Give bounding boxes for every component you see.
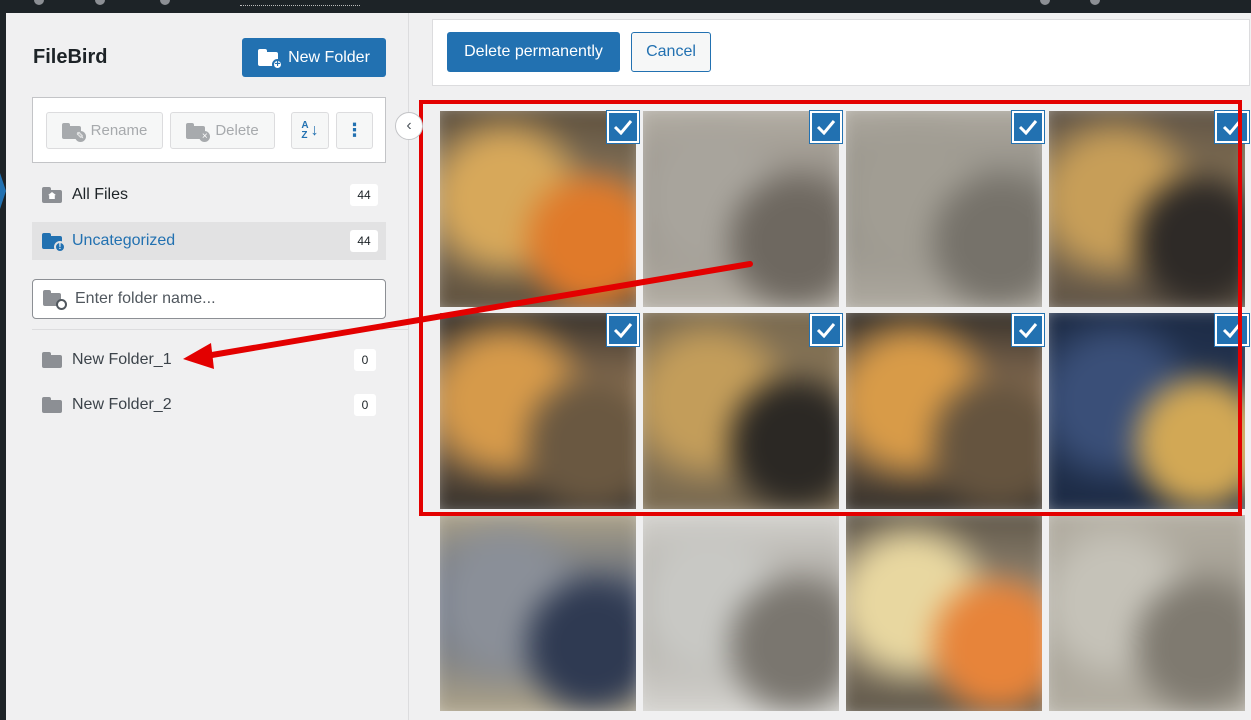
folder-search-icon (43, 290, 67, 310)
delete-folder-icon: × (186, 122, 211, 142)
thumbnail-image (440, 515, 636, 711)
selected-checkbox[interactable] (1215, 314, 1249, 346)
settings-icon[interactable] (1040, 0, 1050, 5)
rename-label: Rename (90, 122, 148, 139)
selected-checkbox[interactable] (1215, 111, 1249, 143)
folder-label: New Folder_1 (72, 351, 172, 368)
folder-search-input[interactable] (75, 290, 365, 308)
selected-checkbox[interactable] (1012, 314, 1044, 346)
checkmark-icon (1222, 323, 1242, 338)
checkmark-icon (613, 120, 633, 135)
nav-uncategorized[interactable]: ! Uncategorized 44 (32, 222, 386, 260)
uncategorized-count-badge: 44 (350, 230, 378, 252)
delete-label: Delete (215, 122, 259, 139)
folder-label: New Folder_2 (72, 396, 172, 413)
more-vertical-icon: ⋮ (345, 120, 364, 140)
thumbnail-image (1049, 515, 1245, 711)
chevron-left-icon: ‹ (406, 117, 412, 134)
new-folder-button[interactable]: + New Folder (242, 38, 386, 77)
folder-search (32, 279, 386, 319)
checkmark-icon (1018, 323, 1038, 338)
checkmark-icon (613, 323, 633, 338)
cancel-button[interactable]: Cancel (631, 32, 711, 72)
delete-button[interactable]: × Delete (170, 112, 275, 149)
all-files-count-badge: 44 (350, 184, 378, 206)
folder-item-new-folder-2[interactable]: New Folder_2 0 (42, 390, 376, 420)
admin-bar (0, 0, 1251, 13)
admin-bar-icon[interactable] (160, 0, 170, 5)
sort-button[interactable]: AZ ↓ (291, 112, 329, 149)
folder-item-new-folder-1[interactable]: New Folder_1 0 (42, 345, 376, 375)
admin-bar-icon[interactable] (95, 0, 105, 5)
selected-checkbox[interactable] (1012, 111, 1044, 143)
media-thumbnail[interactable] (643, 515, 839, 711)
more-options-button[interactable]: ⋮ (336, 112, 373, 149)
nav-all-files[interactable]: All Files 44 (32, 176, 386, 214)
collapse-sidebar-button[interactable]: ‹ (395, 112, 423, 140)
selected-checkbox[interactable] (607, 111, 639, 143)
nav-all-files-label: All Files (72, 186, 129, 203)
checkmark-icon (1018, 120, 1038, 135)
checkmark-icon (816, 120, 836, 135)
thumbnail-image (643, 515, 839, 711)
selected-checkbox[interactable] (810, 314, 842, 346)
folder-icon (42, 397, 62, 413)
filebird-sidebar: FileBird + New Folder ✎ Rename × Delete … (6, 13, 409, 720)
admin-bar-icon[interactable] (34, 0, 44, 5)
sidebar-title: FileBird (33, 46, 108, 68)
media-thumbnail[interactable] (1049, 515, 1245, 711)
folder-toolbar: ✎ Rename × Delete AZ ↓ ⋮ (32, 97, 386, 163)
nav-uncategorized-label: Uncategorized (72, 232, 176, 249)
selected-checkbox[interactable] (810, 111, 842, 143)
thumbnail-image (846, 515, 1042, 711)
folder-count-badge: 0 (354, 349, 376, 371)
notification-icon[interactable] (1090, 0, 1100, 5)
uncategorized-folder-icon: ! (42, 233, 66, 253)
rename-button[interactable]: ✎ Rename (46, 112, 163, 149)
new-folder-label: New Folder (288, 48, 370, 66)
selected-checkbox[interactable] (607, 314, 639, 346)
rename-folder-icon: ✎ (61, 122, 86, 142)
bulk-action-bar: Delete permanently Cancel (432, 19, 1250, 86)
sort-az-icon: AZ ↓ (301, 119, 319, 141)
sidebar-divider (32, 329, 409, 330)
folder-count-badge: 0 (354, 394, 376, 416)
folder-icon (42, 352, 62, 368)
media-thumbnail[interactable] (846, 515, 1042, 711)
media-thumbnail[interactable] (440, 515, 636, 711)
checkmark-icon (816, 323, 836, 338)
checkmark-icon (1222, 120, 1242, 135)
delete-permanently-button[interactable]: Delete permanently (447, 32, 620, 72)
home-folder-icon (42, 187, 62, 203)
admin-bar-divider (240, 5, 360, 7)
add-folder-icon: + (258, 48, 284, 70)
